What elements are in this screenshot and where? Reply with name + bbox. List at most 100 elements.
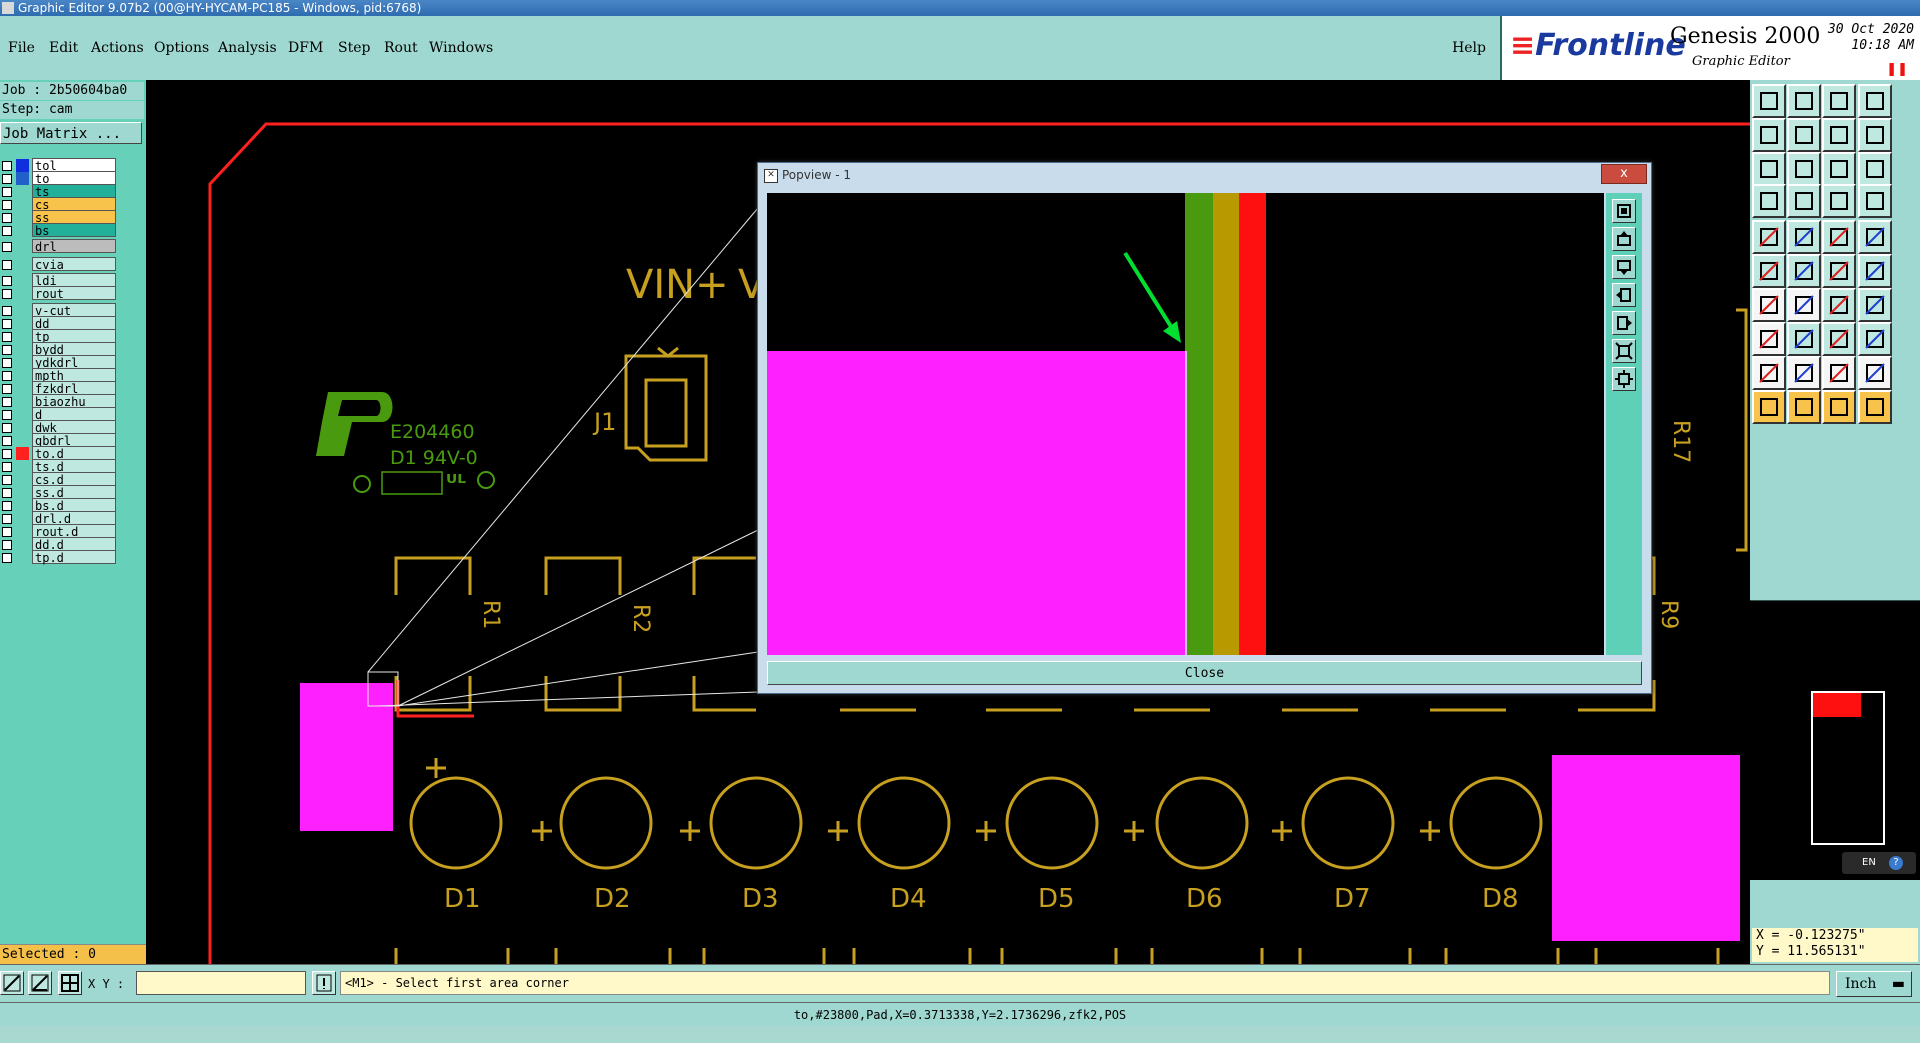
layer-name[interactable]: ts: [32, 184, 116, 199]
select-box-icon[interactable]: [1822, 390, 1856, 424]
select-icon[interactable]: [1787, 390, 1821, 424]
layer-name[interactable]: ydkdrl: [32, 355, 116, 370]
layer-name[interactable]: d: [32, 407, 116, 422]
dot-icon[interactable]: [1858, 220, 1892, 254]
menu-analysis[interactable]: Analysis: [218, 40, 277, 56]
measure-icon[interactable]: [28, 971, 52, 995]
menu-dfm[interactable]: DFM: [288, 40, 323, 56]
pan-left-icon[interactable]: [1612, 283, 1636, 307]
layer-name[interactable]: ss: [32, 210, 116, 225]
layer-row[interactable]: bs: [0, 223, 118, 238]
line-red-icon[interactable]: [1787, 288, 1821, 322]
layer-checkbox[interactable]: [2, 200, 12, 210]
layer-checkbox[interactable]: [2, 384, 12, 394]
layer-name[interactable]: ts.d: [32, 459, 116, 474]
delete-icon[interactable]: [1787, 254, 1821, 288]
snap-mode-icon[interactable]: [0, 971, 24, 995]
menu-step[interactable]: Step: [338, 40, 370, 56]
window-icon[interactable]: [1858, 84, 1892, 118]
zoom-home-icon[interactable]: [1612, 199, 1636, 223]
pan-down-icon[interactable]: [1612, 255, 1636, 279]
layer-checkbox[interactable]: [2, 397, 12, 407]
layer-checkbox[interactable]: [2, 276, 12, 286]
layer-name[interactable]: rout: [32, 286, 116, 301]
layer-row[interactable]: rout: [0, 286, 118, 301]
layer-checkbox[interactable]: [2, 501, 12, 511]
layer-name[interactable]: biaozhu: [32, 394, 116, 409]
menu-file[interactable]: File: [8, 40, 35, 56]
help-icon[interactable]: [1858, 152, 1892, 186]
layer-checkbox[interactable]: [2, 488, 12, 498]
undo-icon[interactable]: [1752, 118, 1786, 152]
popview-title-bar[interactable]: ✕ Popview - 1: [764, 165, 1644, 185]
scale-1-2-icon[interactable]: [1822, 152, 1856, 186]
layer-name[interactable]: fzkdrl: [32, 381, 116, 396]
layer-checkbox[interactable]: [2, 410, 12, 420]
info-icon[interactable]: [312, 971, 336, 995]
text-f-icon[interactable]: [1858, 288, 1892, 322]
language-bar[interactable]: EN ?: [1842, 852, 1916, 874]
pan-right-icon[interactable]: [1612, 311, 1636, 335]
layer-name[interactable]: cs.d: [32, 472, 116, 487]
line-icon[interactable]: [1787, 220, 1821, 254]
grid-icon[interactable]: [58, 971, 82, 995]
layer-checkbox[interactable]: [2, 174, 12, 184]
unit-selector[interactable]: Inch ▬: [1836, 971, 1912, 997]
layer-name[interactable]: mpth: [32, 368, 116, 383]
popview-canvas[interactable]: [767, 193, 1604, 655]
connect-icon[interactable]: [1822, 254, 1856, 288]
layer-checkbox[interactable]: [2, 242, 12, 252]
layer-checkbox[interactable]: [2, 260, 12, 270]
layer-checkbox[interactable]: [2, 475, 12, 485]
open-icon[interactable]: [1752, 84, 1786, 118]
layer-checkbox[interactable]: [2, 527, 12, 537]
triangle4-icon[interactable]: [1858, 356, 1892, 390]
move-icon[interactable]: [1858, 254, 1892, 288]
triangle2-icon[interactable]: [1787, 356, 1821, 390]
save-icon[interactable]: [1787, 84, 1821, 118]
fit-icon[interactable]: [1752, 152, 1786, 186]
layer-name[interactable]: dd: [32, 316, 116, 331]
mirror-icon[interactable]: [1822, 118, 1856, 152]
layer-checkbox[interactable]: [2, 226, 12, 236]
triangle3-icon[interactable]: [1822, 356, 1856, 390]
menu-edit[interactable]: Edit: [49, 40, 78, 56]
node-icon[interactable]: [1752, 254, 1786, 288]
menu-help[interactable]: Help: [1452, 40, 1486, 56]
zoom-in-icon[interactable]: [1612, 339, 1636, 363]
overview-map[interactable]: [1750, 599, 1920, 880]
step-icon[interactable]: [1858, 118, 1892, 152]
layer-row[interactable]: drl: [0, 239, 118, 254]
minus-icon[interactable]: [1787, 322, 1821, 356]
layer-name[interactable]: bydd: [32, 342, 116, 357]
redo-icon[interactable]: [1787, 118, 1821, 152]
snap-red-icon[interactable]: [1822, 184, 1856, 218]
pause-icon[interactable]: ❚❚: [1886, 62, 1908, 77]
layer-name[interactable]: to.d: [32, 446, 116, 461]
pad-icon[interactable]: [1752, 220, 1786, 254]
pointer-icon[interactable]: [1752, 390, 1786, 424]
popview-close-icon[interactable]: x: [1601, 164, 1647, 184]
layer-name[interactable]: ldi: [32, 273, 116, 288]
layer-name[interactable]: bs.d: [32, 498, 116, 513]
layer-checkbox[interactable]: [2, 514, 12, 524]
step-label[interactable]: Step: cam: [0, 101, 144, 119]
layer-checkbox[interactable]: [2, 332, 12, 342]
job-label[interactable]: Job : 2b50604ba0: [0, 82, 144, 100]
layer-checkbox[interactable]: [2, 553, 12, 563]
triangle-icon[interactable]: [1752, 356, 1786, 390]
layer-checkbox[interactable]: [2, 358, 12, 368]
zoom-box-icon[interactable]: [1787, 152, 1821, 186]
job-matrix-button[interactable]: Job Matrix ...: [0, 122, 142, 144]
popview-close-button[interactable]: Close: [767, 661, 1642, 685]
layer-name[interactable]: dwk: [32, 420, 116, 435]
layer-checkbox[interactable]: [2, 289, 12, 299]
layer-checkbox[interactable]: [2, 540, 12, 550]
curve-icon[interactable]: [1822, 288, 1856, 322]
menu-windows[interactable]: Windows: [429, 40, 493, 56]
layer-name[interactable]: cvia: [32, 257, 116, 272]
pan-up-icon[interactable]: [1612, 227, 1636, 251]
layer-checkbox[interactable]: [2, 161, 12, 171]
help-circle-icon[interactable]: ?: [1889, 856, 1903, 870]
home-icon[interactable]: [1822, 84, 1856, 118]
